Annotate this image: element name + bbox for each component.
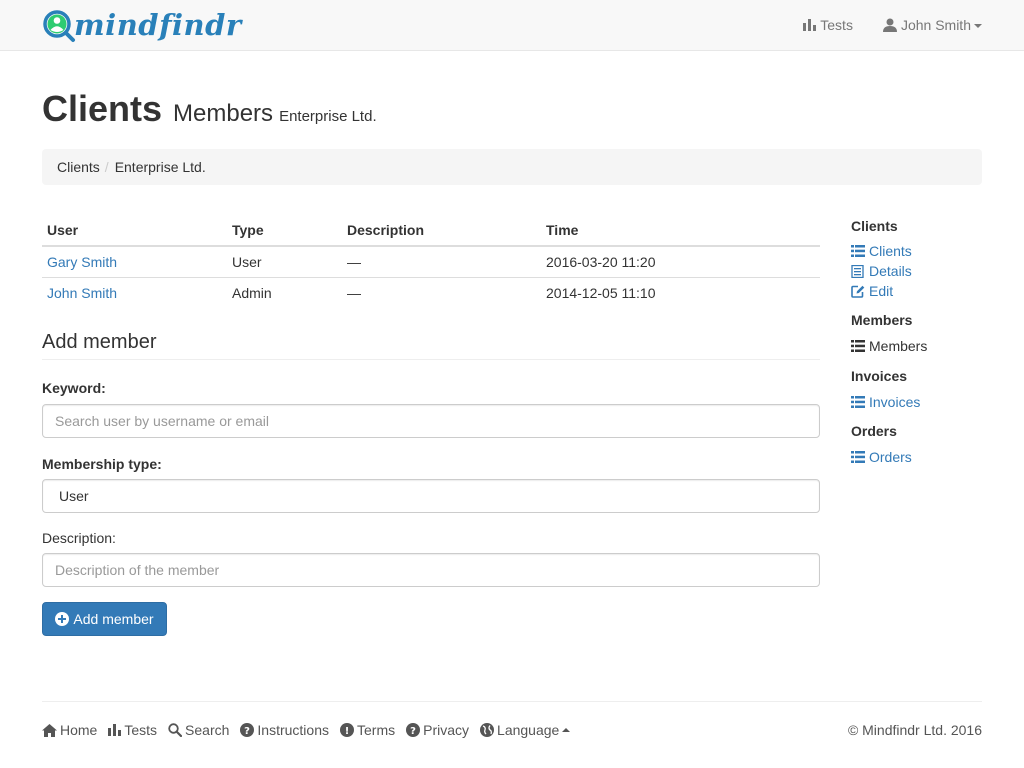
sidebar-heading-members: Members (851, 312, 913, 328)
footer-link-privacy[interactable]: ? Privacy (406, 722, 469, 738)
membership-type-select[interactable]: User (42, 479, 820, 513)
sidebar-item-label: Details (869, 263, 912, 279)
svg-text:!: ! (345, 726, 350, 737)
table-row: Gary Smith User — 2016-03-20 11:20 (42, 246, 820, 277)
sidebar-item-label: Clients (869, 243, 912, 259)
question-icon: ? (406, 723, 421, 737)
brand-name: mindfindr (74, 8, 242, 42)
footer-link-tests[interactable]: Tests (108, 722, 157, 738)
sidebar-item-label: Edit (869, 283, 894, 299)
page-subtitle-small: Enterprise Ltd. (279, 108, 377, 125)
sidebar-heading-orders: Orders (851, 423, 897, 439)
question-icon: ? (240, 723, 255, 737)
page-subtitle: Members (173, 100, 274, 127)
column-header-type: Type (227, 214, 342, 247)
sidebar-item-invoices[interactable]: Invoices (851, 392, 991, 412)
logo-mark-icon (42, 9, 76, 43)
sidebar-item-edit[interactable]: Edit (851, 281, 991, 301)
sidebar-item-details[interactable]: Details (851, 261, 991, 281)
footer-link-label: Language (497, 722, 560, 738)
member-user-link[interactable]: John Smith (47, 285, 117, 301)
bar-chart-icon (108, 724, 122, 736)
column-header-user: User (42, 214, 227, 247)
breadcrumb-separator: / (104, 159, 109, 175)
member-description: — (342, 276, 541, 308)
caret-down-icon (974, 24, 982, 28)
footer-link-label: Home (60, 722, 98, 738)
footer-link-label: Tests (124, 722, 158, 738)
description-label: Description: (42, 530, 116, 546)
footer-language-dropdown[interactable]: Language (480, 722, 571, 738)
member-type: User (232, 253, 262, 270)
sidebar-item-orders[interactable]: Orders (851, 447, 991, 467)
nav-tests-link[interactable]: Tests (803, 17, 853, 33)
footer-link-search[interactable]: Search (168, 722, 229, 738)
list-icon (851, 451, 865, 463)
member-time: 2016-03-20 11:20 (546, 253, 656, 270)
edit-icon (851, 285, 865, 298)
table-header-row: User Type Description Time (42, 214, 820, 247)
membership-type-value: User (59, 488, 89, 504)
member-time: 2014-12-05 11:10 (541, 276, 820, 308)
user-icon (882, 18, 897, 32)
footer-divider (42, 701, 982, 702)
svg-text:?: ? (410, 726, 416, 737)
column-header-description: Description (342, 214, 541, 247)
list-icon (851, 245, 865, 257)
breadcrumb: Clients / Enterprise Ltd. (42, 149, 982, 185)
sidebar-item-clients[interactable]: Clients (851, 241, 991, 261)
sidebar-item-label: Orders (869, 449, 912, 465)
home-icon (42, 723, 57, 737)
copyright-text: © Mindfindr Ltd. 2016 (847, 722, 982, 738)
info-icon: ! (340, 723, 354, 737)
user-name-label: John Smith (900, 17, 971, 33)
sidebar-heading-invoices: Invoices (851, 368, 908, 384)
sidebar-item-members[interactable]: Members (851, 336, 991, 356)
navbar: mindfindr Tests John Smith (0, 0, 1024, 51)
column-header-time: Time (541, 214, 820, 247)
brand-logo[interactable]: mindfindr (42, 7, 242, 45)
page-title: Clients (42, 88, 163, 129)
add-member-button-label: Add member (73, 611, 154, 627)
member-user-link[interactable]: Gary Smith (47, 254, 117, 270)
keyword-label: Keyword: (42, 380, 106, 396)
add-member-heading: Add member (42, 331, 820, 360)
footer-link-label: Privacy (423, 722, 470, 738)
member-type: Admin (227, 276, 342, 308)
list-icon (851, 396, 865, 408)
globe-icon (480, 723, 495, 737)
sidebar-item-label: Members (869, 338, 928, 354)
sidebar-heading-clients: Clients (851, 218, 898, 234)
footer-link-home[interactable]: Home (42, 722, 97, 738)
bar-chart-icon (803, 19, 817, 31)
footer-link-label: Search (185, 722, 230, 738)
members-table: User Type Description Time Gary Smith Us… (42, 214, 820, 308)
plus-circle-icon (55, 612, 70, 626)
caret-up-icon (562, 728, 571, 732)
footer-link-terms[interactable]: ! Terms (340, 722, 395, 738)
footer-link-label: Terms (357, 722, 396, 738)
footer-link-label: Instructions (257, 722, 329, 738)
footer-link-instructions[interactable]: ? Instructions (240, 722, 329, 738)
keyword-search-input[interactable] (42, 404, 820, 438)
nav-tests-label: Tests (820, 17, 853, 33)
breadcrumb-item-current: Enterprise Ltd. (114, 159, 206, 175)
footer-links: Home Tests Search ? Instructions ! Terms (42, 722, 581, 738)
page-header: Clients Members Enterprise Ltd. (42, 88, 377, 130)
sidebar-nav: Clients Clients Details Edit Members Mem… (851, 216, 991, 467)
membership-type-label: Membership type: (42, 456, 162, 472)
svg-text:?: ? (245, 726, 251, 737)
add-member-button[interactable]: Add member (42, 602, 167, 636)
document-icon (851, 264, 864, 278)
search-icon (168, 723, 183, 737)
breadcrumb-item-clients[interactable]: Clients (57, 159, 100, 175)
member-description: — (347, 253, 361, 270)
list-icon (851, 340, 865, 352)
description-input[interactable] (42, 553, 820, 587)
user-menu-dropdown[interactable]: John Smith (882, 17, 982, 33)
table-row: John Smith Admin — 2014-12-05 11:10 (42, 276, 820, 308)
sidebar-item-label: Invoices (869, 394, 921, 410)
